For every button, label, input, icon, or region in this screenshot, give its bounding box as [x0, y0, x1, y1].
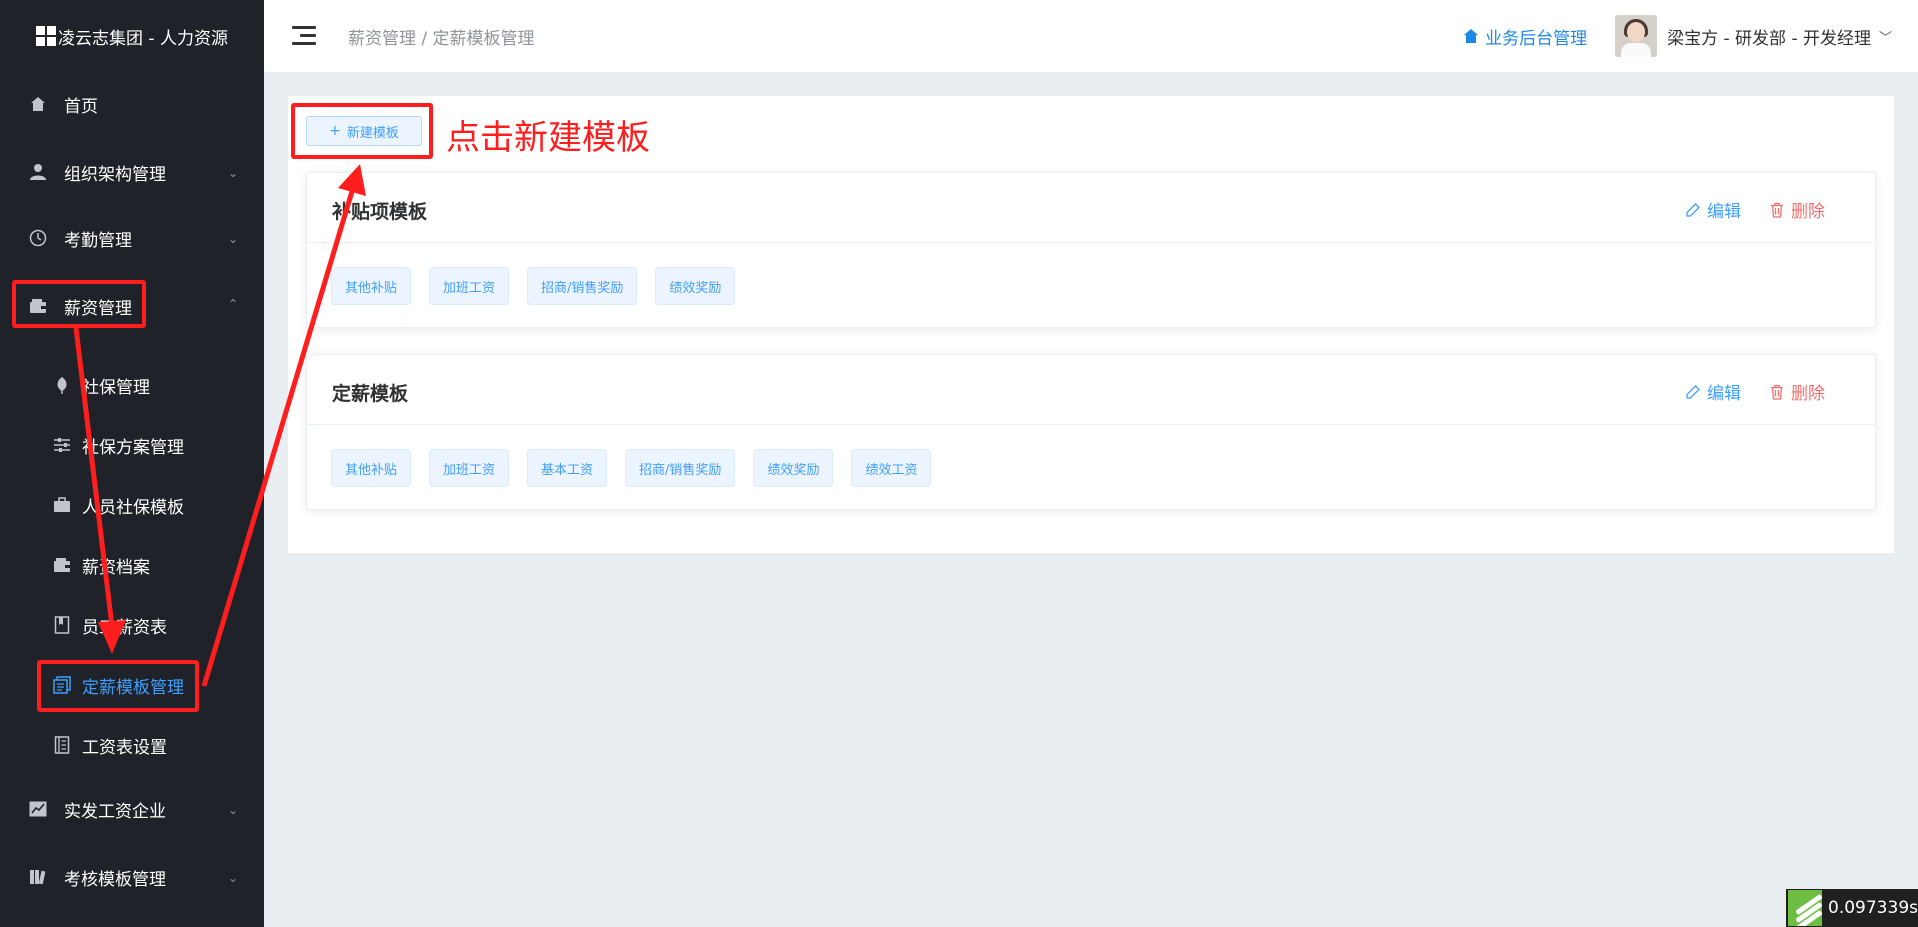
- leaf-logo-icon: [1788, 890, 1823, 926]
- timing-value: 0.097339s: [1828, 898, 1918, 918]
- annotation-arrows: [73, 164, 366, 687]
- timing-badge: 0.097339s: [1786, 889, 1918, 927]
